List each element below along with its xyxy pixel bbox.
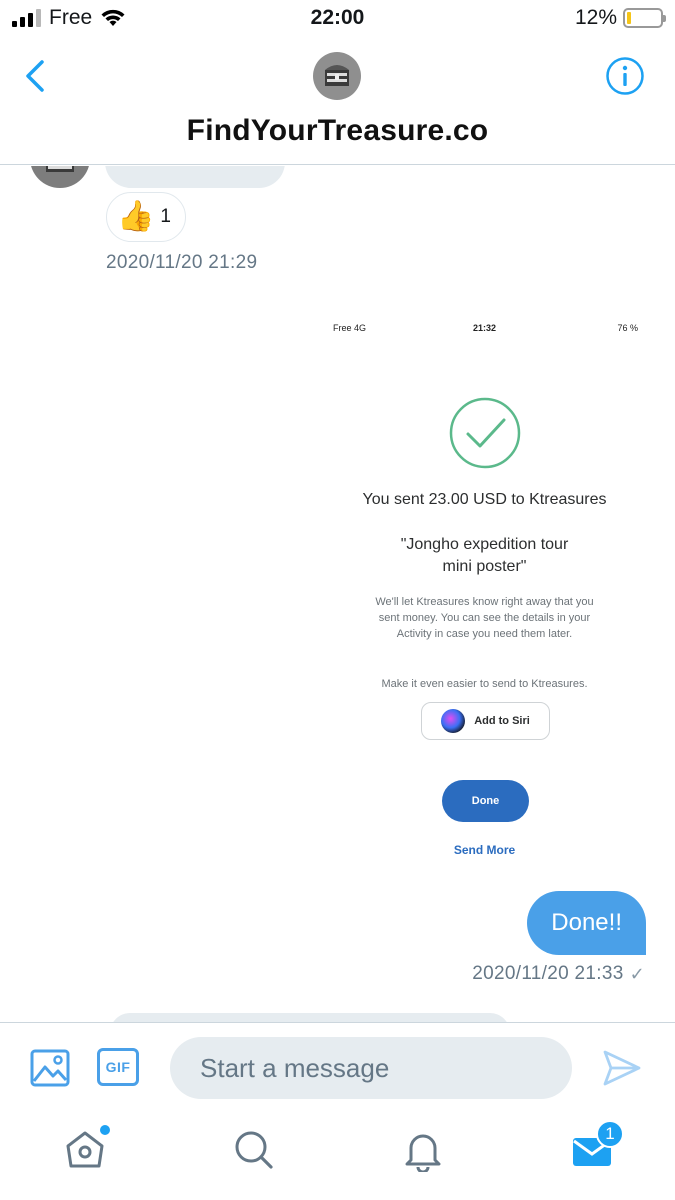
receipt-status-bar: Free 4G 21:32 76 % [321, 323, 648, 335]
receipt-status-time: 21:32 [472, 323, 497, 333]
message-list[interactable]: 👍 1 2020/11/20 21:29 Free 4G 21:32 76 % … [0, 166, 675, 1022]
attached-image[interactable]: Free 4G 21:32 76 % You sent 23.00 USD to… [321, 306, 648, 881]
outgoing-message-bubble[interactable]: Done!! [527, 891, 646, 955]
add-to-siri-button: Add to Siri [421, 702, 550, 740]
message-input[interactable] [170, 1037, 572, 1099]
battery-fill [627, 12, 631, 24]
receipt-send-more-link: Send More [453, 843, 516, 857]
receipt-body-line1: We'll let Ktreasures know right away tha… [375, 596, 594, 608]
gif-button[interactable]: GIF [97, 1048, 139, 1086]
check-circle-icon [449, 397, 521, 469]
sender-avatar[interactable] [30, 166, 90, 188]
send-icon [603, 1050, 641, 1086]
thumbs-up-icon: 👍 [117, 200, 155, 233]
treasure-chest-avatar-icon [325, 65, 349, 86]
search-icon [235, 1131, 273, 1169]
info-button[interactable] [605, 56, 645, 96]
tab-notifications[interactable] [401, 1128, 445, 1174]
messages-badge: 1 [596, 1120, 624, 1148]
status-time: 22:00 [310, 6, 365, 29]
reaction-count: 1 [160, 206, 171, 227]
receipt-easier-line: Make it even easier to send to Ktreasure… [381, 678, 588, 690]
back-button[interactable] [18, 56, 54, 96]
tab-messages[interactable]: 1 [570, 1120, 624, 1172]
incoming-timestamp: 2020/11/20 21:29 [106, 252, 258, 273]
image-icon [30, 1049, 70, 1087]
receipt-body-line3: Activity in case you need them later. [396, 628, 573, 640]
battery-percent: 12% [574, 6, 617, 29]
header-avatar[interactable] [313, 52, 361, 100]
receipt-note-line1: "Jongho expedition tour [400, 536, 569, 553]
send-button[interactable] [601, 1047, 643, 1089]
outgoing-message-text: Done!! [551, 909, 622, 936]
receipt-note-line2: mini poster" [442, 558, 527, 575]
bell-icon [405, 1134, 441, 1174]
receipt-done-button: Done [442, 780, 529, 822]
status-bar: Free 22:00 12% [0, 0, 675, 38]
chevron-left-icon [26, 60, 44, 92]
conversation-header: FindYourTreasure.co [0, 38, 675, 165]
conversation-title[interactable]: FindYourTreasure.co [0, 114, 675, 148]
receipt-status-right: 76 % [617, 323, 638, 333]
home-new-dot [100, 1125, 110, 1135]
home-icon [66, 1131, 104, 1168]
info-icon [606, 57, 644, 95]
receipt-body-line2: sent money. You can see the details in y… [378, 612, 591, 624]
battery-icon [623, 8, 666, 28]
bottom-tab-bar: 1 [0, 1112, 675, 1200]
status-right: 12% [574, 6, 666, 30]
read-check-icon: ✓ [629, 963, 645, 984]
incoming-message-bubble[interactable] [105, 166, 285, 188]
receipt-body: We'll let Ktreasures know right away tha… [341, 594, 628, 642]
add-image-button[interactable] [30, 1049, 70, 1087]
outgoing-timestamp: 2020/11/20 21:33 [472, 963, 624, 984]
tab-search[interactable] [232, 1128, 276, 1172]
incoming-message-bubble-partial[interactable] [110, 1013, 510, 1022]
add-to-siri-label: Add to Siri [474, 715, 530, 727]
receipt-note: "Jongho expedition tour mini poster" [321, 534, 648, 578]
treasure-chest-avatar-icon [46, 166, 74, 172]
reaction-pill[interactable]: 👍 1 [106, 192, 186, 242]
receipt-sent-line: You sent 23.00 USD to Ktreasures [362, 491, 607, 508]
siri-icon [441, 709, 466, 733]
tab-home[interactable] [63, 1125, 110, 1172]
message-composer: GIF [0, 1022, 675, 1112]
outgoing-timestamp-row: 2020/11/20 21:33 ✓ [472, 963, 645, 985]
